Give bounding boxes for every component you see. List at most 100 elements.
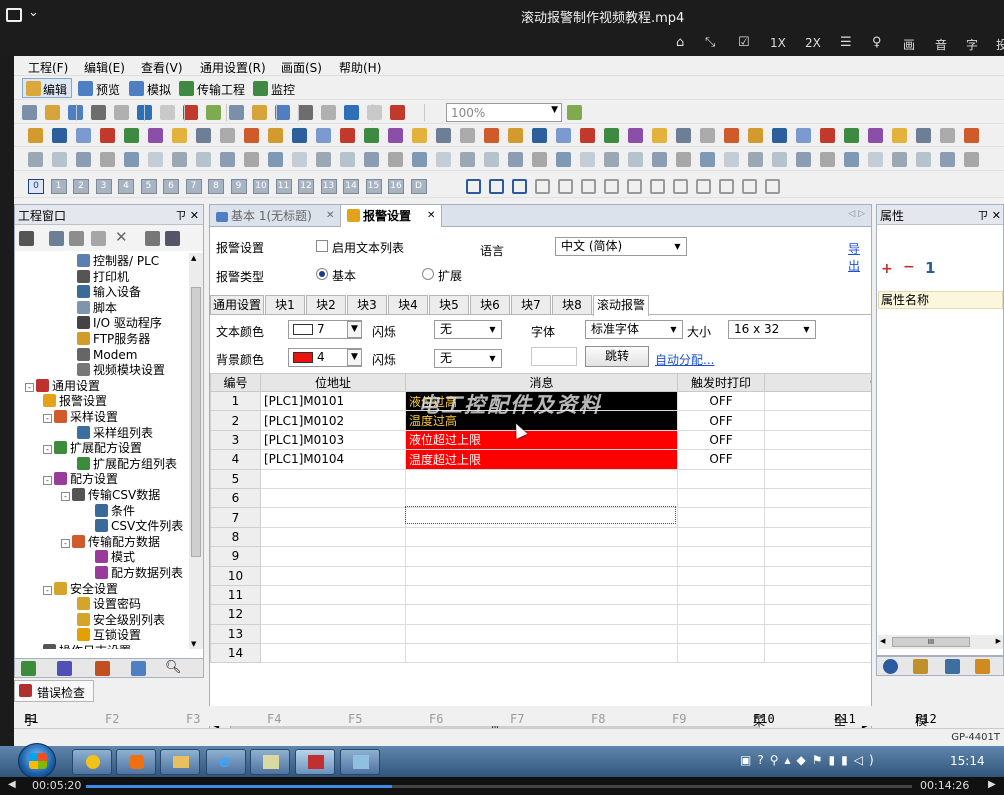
display-mode-icon[interactable] xyxy=(650,179,665,194)
tool-icon[interactable] xyxy=(508,128,523,143)
tool-icon[interactable] xyxy=(820,128,835,143)
tool-icon[interactable] xyxy=(580,152,595,167)
table-row[interactable]: 3[PLC1]M0103液位超过上限OFFOFF xyxy=(210,429,871,451)
tool-icon[interactable] xyxy=(76,128,91,143)
collapse-icon[interactable]: - xyxy=(25,382,34,392)
tool-icon[interactable] xyxy=(244,128,259,143)
tree-item[interactable]: 控制器/ PLC xyxy=(77,253,159,269)
view-icon[interactable] xyxy=(145,231,160,246)
print-cell[interactable] xyxy=(677,468,765,489)
print-cell[interactable]: OFF xyxy=(677,410,765,431)
address-cell[interactable]: [PLC1]M0103 xyxy=(260,429,406,451)
tool-icon[interactable] xyxy=(390,105,405,120)
enable-text-list-checkbox[interactable] xyxy=(316,240,328,252)
tool-icon[interactable] xyxy=(652,128,667,143)
taskbar-app-explorer[interactable] xyxy=(160,749,200,775)
taskbar-app-gppro[interactable] xyxy=(295,749,335,775)
transfer-button[interactable]: 传输工程 xyxy=(197,81,245,98)
message-cell[interactable] xyxy=(405,643,678,664)
tree-item[interactable]: - 配方设置 xyxy=(43,471,118,487)
tool-icon[interactable] xyxy=(340,128,355,143)
scroll-left-icon[interactable]: ◀ xyxy=(880,637,885,645)
tool-icon[interactable] xyxy=(344,105,359,120)
tree-item[interactable]: - 通用设置 xyxy=(25,378,100,394)
address-icon[interactable] xyxy=(945,659,960,674)
fullscreen-icon[interactable]: ⤡ xyxy=(705,35,715,50)
prev-icon[interactable]: ◀ xyxy=(8,779,16,790)
tool-icon[interactable] xyxy=(124,152,139,167)
layer-button[interactable]: 14 xyxy=(343,179,359,194)
restore-cell[interactable] xyxy=(764,507,871,528)
tool-icon[interactable] xyxy=(508,152,523,167)
tool-icon[interactable] xyxy=(940,152,955,167)
restore-cell[interactable] xyxy=(764,584,871,606)
table-row[interactable]: 5 xyxy=(210,468,871,489)
next-icon[interactable]: ▶ xyxy=(988,779,996,790)
menu-help[interactable]: 帮助(H) xyxy=(339,59,381,76)
layer-button[interactable]: 8 xyxy=(208,179,224,194)
tool-icon[interactable] xyxy=(292,128,307,143)
restore-cell[interactable] xyxy=(764,526,871,548)
pin-close-icon[interactable]: ㄗ ✕ xyxy=(977,207,1001,223)
row-number[interactable]: 1 xyxy=(210,390,261,412)
row-number[interactable]: 8 xyxy=(210,526,261,548)
tree-item[interactable]: CSV文件列表 xyxy=(95,518,183,534)
display-mode-icon[interactable] xyxy=(466,179,481,194)
message-cell[interactable] xyxy=(405,565,678,586)
layer-button[interactable]: 12 xyxy=(298,179,314,194)
layer-button[interactable]: 4 xyxy=(118,179,134,194)
tree-scrollbar[interactable]: ▲ ▼ xyxy=(189,253,203,649)
tool-icon[interactable] xyxy=(367,105,382,120)
collapse-icon[interactable]: - xyxy=(61,538,70,548)
message-cell[interactable] xyxy=(405,546,678,567)
tree-item[interactable]: - 扩展配方设置 xyxy=(43,440,142,456)
col-number-header[interactable]: 编号 xyxy=(210,373,261,392)
subtab[interactable]: 块4 xyxy=(388,295,428,314)
print-cell[interactable]: OFF xyxy=(677,449,765,470)
restore-cell[interactable]: OFF xyxy=(764,429,871,451)
subtitle-button[interactable]: 字 xyxy=(966,36,978,53)
simulate-button[interactable]: 模拟 xyxy=(147,81,171,98)
address-cell[interactable]: [PLC1]M0102 xyxy=(260,410,406,431)
tool-icon[interactable] xyxy=(28,128,43,143)
message-cell[interactable] xyxy=(405,604,678,625)
tool-icon[interactable] xyxy=(892,128,907,143)
tool-icon[interactable] xyxy=(100,152,115,167)
tool-icon[interactable] xyxy=(796,128,811,143)
tool-icon[interactable] xyxy=(868,152,883,167)
language-select[interactable]: 中文 (简体) ▼ xyxy=(555,237,687,256)
subtab[interactable]: 滚动报警 xyxy=(593,295,649,316)
row-number[interactable]: 9 xyxy=(210,546,261,567)
collapse-icon[interactable]: - xyxy=(43,414,52,423)
taskbar-app-files[interactable] xyxy=(250,749,290,775)
tool-icon[interactable] xyxy=(412,128,427,143)
row-number[interactable]: 3 xyxy=(210,429,261,451)
layer-button[interactable]: 1 xyxy=(50,179,67,194)
table-row[interactable]: 14 xyxy=(210,643,871,664)
print-cell[interactable] xyxy=(677,526,765,548)
parts-icon[interactable] xyxy=(95,661,110,676)
copy-icon[interactable] xyxy=(69,231,84,246)
tool-icon[interactable] xyxy=(52,152,67,167)
tool-icon[interactable] xyxy=(244,152,259,167)
tree-item[interactable]: 设置密码 xyxy=(77,596,141,612)
layer-button[interactable]: 11 xyxy=(275,179,292,194)
tool-icon[interactable] xyxy=(940,128,955,143)
tool-icon[interactable] xyxy=(628,128,643,143)
tool-icon[interactable] xyxy=(964,128,979,143)
tool-icon[interactable] xyxy=(556,128,571,143)
address-cell[interactable] xyxy=(260,468,406,489)
table-row[interactable]: 6 xyxy=(210,487,871,509)
search-icon[interactable]: 🔍︎ xyxy=(165,660,182,675)
tool-icon[interactable] xyxy=(316,128,331,143)
tree-item[interactable]: 脚本 xyxy=(77,300,117,316)
display-mode-icon[interactable] xyxy=(581,179,596,194)
cast-button[interactable]: 投 xyxy=(996,36,1004,53)
restore-cell[interactable]: OFF xyxy=(764,449,871,470)
layer-button[interactable]: 7 xyxy=(185,179,202,194)
tool-icon[interactable] xyxy=(183,105,198,120)
address-cell[interactable] xyxy=(260,643,406,664)
tool-icon[interactable] xyxy=(460,128,475,143)
player-menu-icon[interactable] xyxy=(6,8,22,22)
tool-icon[interactable] xyxy=(844,152,859,167)
